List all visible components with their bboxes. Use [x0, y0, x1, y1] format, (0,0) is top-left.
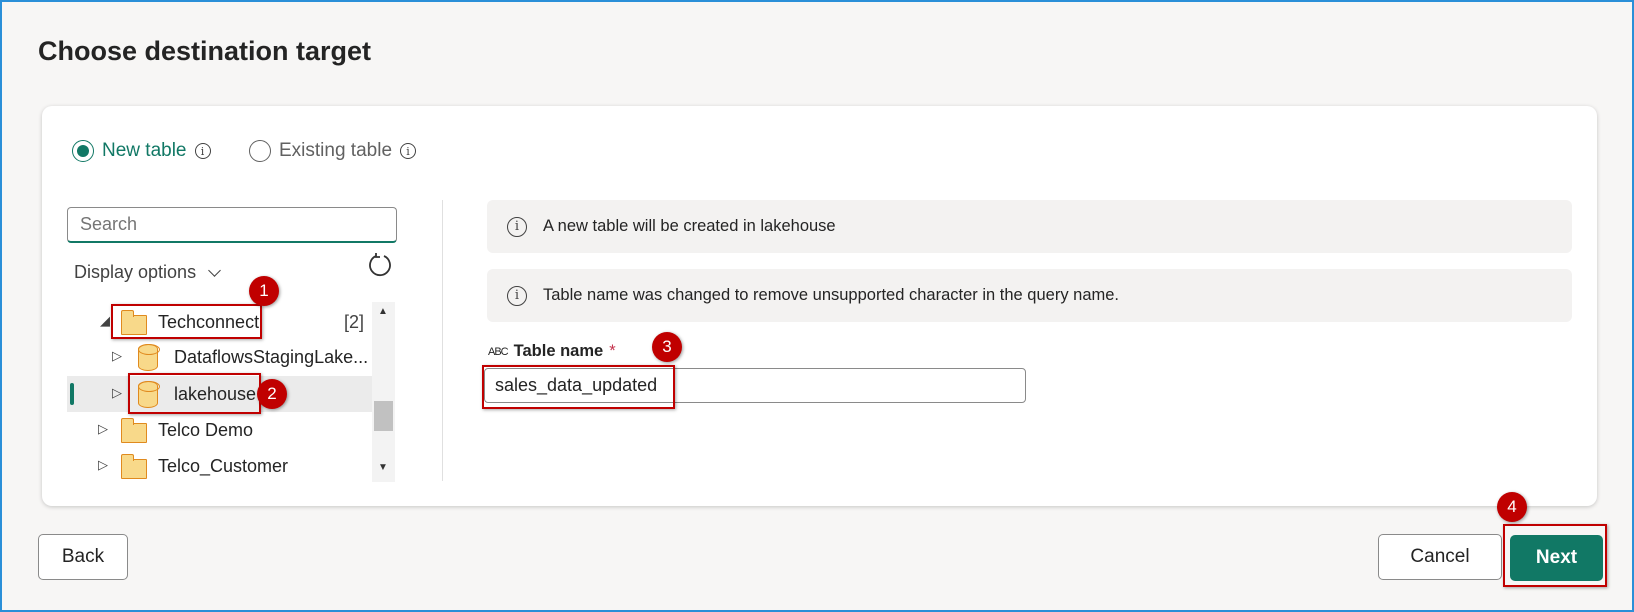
dialog: Choose destination target New table i Ex… — [0, 0, 1634, 612]
info-message-text: Table name was changed to remove unsuppo… — [543, 286, 1120, 304]
info-icon[interactable]: i — [400, 143, 417, 159]
field-label: Table name — [513, 342, 604, 360]
scrollbar-thumb[interactable] — [374, 401, 393, 431]
tree-item-label: Telco Demo — [158, 420, 254, 440]
table-name-input[interactable]: sales_data_updated — [484, 368, 1026, 403]
text-type-icon: ABC — [488, 345, 509, 358]
cancel-button[interactable]: Cancel — [1378, 534, 1502, 580]
selection-indicator — [70, 383, 74, 405]
lakehouse-icon — [137, 343, 160, 371]
info-message-text: A new table will be created in lakehouse — [543, 217, 836, 235]
display-options-label: Display options — [74, 262, 197, 282]
radio-unselected-icon — [249, 140, 271, 162]
annotation-badge: 4 — [1497, 492, 1527, 522]
radio-label: New table — [102, 140, 187, 161]
item-count: [2] — [344, 312, 365, 332]
required-mark: * — [609, 342, 616, 360]
annotation-badge: 2 — [257, 379, 287, 409]
tree-item-label: lakehouse — [174, 384, 257, 404]
divider — [442, 200, 443, 481]
tree-item-label: Techconnect — [158, 312, 260, 332]
search-input[interactable] — [67, 207, 397, 243]
info-icon: i — [507, 285, 527, 306]
collapsed-caret-icon[interactable]: ▷ — [98, 457, 108, 473]
destination-card: New table i Existing table i Display opt… — [42, 106, 1597, 506]
radio-existing-table[interactable]: Existing table i — [249, 140, 417, 162]
next-button[interactable]: Next — [1510, 535, 1603, 581]
info-icon[interactable]: i — [194, 143, 211, 159]
collapsed-caret-icon[interactable]: ▷ — [112, 348, 122, 364]
dialog-title: Choose destination target — [38, 36, 372, 66]
tree-item-lakehouse[interactable]: ▷ lakehouse — [67, 376, 372, 412]
info-message: i Table name was changed to remove unsup… — [487, 269, 1572, 322]
radio-label: Existing table — [279, 140, 393, 161]
radio-selected-icon — [72, 140, 94, 162]
scroll-down-icon[interactable]: ▼ — [378, 462, 388, 473]
back-button[interactable]: Back — [38, 534, 128, 580]
collapsed-caret-icon[interactable]: ▷ — [112, 385, 122, 401]
display-options-dropdown[interactable]: Display options — [74, 262, 221, 283]
annotation-badge: 3 — [652, 332, 682, 362]
folder-icon — [120, 418, 147, 443]
radio-new-table[interactable]: New table i — [72, 140, 211, 162]
expanded-caret-icon[interactable]: ◢ — [100, 313, 110, 329]
tree-scrollbar[interactable]: ▲ ▼ — [372, 302, 395, 482]
collapsed-caret-icon[interactable]: ▷ — [98, 421, 108, 437]
annotation-badge: 1 — [249, 276, 279, 306]
folder-icon — [120, 310, 147, 335]
table-name-label: ABC Table name * — [488, 342, 616, 361]
tree-item-telco-demo[interactable]: ▷ Telco Demo — [67, 412, 372, 448]
folder-icon — [120, 454, 147, 479]
tree-item-telco-customer[interactable]: ▷ Telco_Customer — [67, 448, 372, 484]
info-message: i A new table will be created in lakehou… — [487, 200, 1572, 253]
tree-item-techconnect[interactable]: ◢ Techconnect [2] — [67, 304, 372, 340]
lakehouse-icon — [137, 380, 160, 408]
refresh-icon[interactable] — [367, 252, 393, 278]
info-icon: i — [507, 216, 527, 237]
scroll-up-icon[interactable]: ▲ — [378, 306, 388, 317]
chevron-down-icon — [208, 263, 221, 277]
tree-item-label: Telco_Customer — [158, 456, 289, 476]
tree-item-dataflowsstaginglakehouse[interactable]: ▷ DataflowsStagingLake... — [67, 339, 372, 375]
tree-item-label: DataflowsStagingLake... — [174, 347, 369, 367]
